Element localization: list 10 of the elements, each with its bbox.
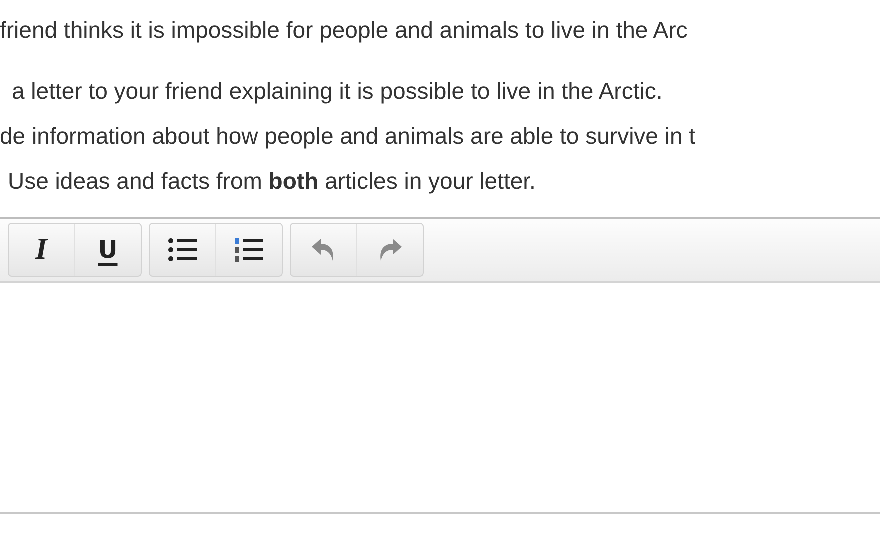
italic-button[interactable]: I	[9, 224, 75, 276]
undo-icon	[310, 238, 336, 262]
bullet-list-icon	[168, 237, 198, 263]
prompt-text: a letter to your friend explaining it is possible to live in the Arctic.	[11, 77, 664, 106]
prompt-text: de information about how people and animals are able to survive in t	[0, 122, 697, 151]
prompt-text: Use ideas and facts from both articles in your letter.	[7, 167, 537, 196]
numbered-list-icon	[234, 237, 264, 263]
underline-button[interactable]: U	[75, 224, 141, 276]
text-editor[interactable]: I U	[0, 217, 880, 514]
prompt-text: friend thinks it is impossible for people and animals to live in the Arc	[0, 16, 689, 45]
